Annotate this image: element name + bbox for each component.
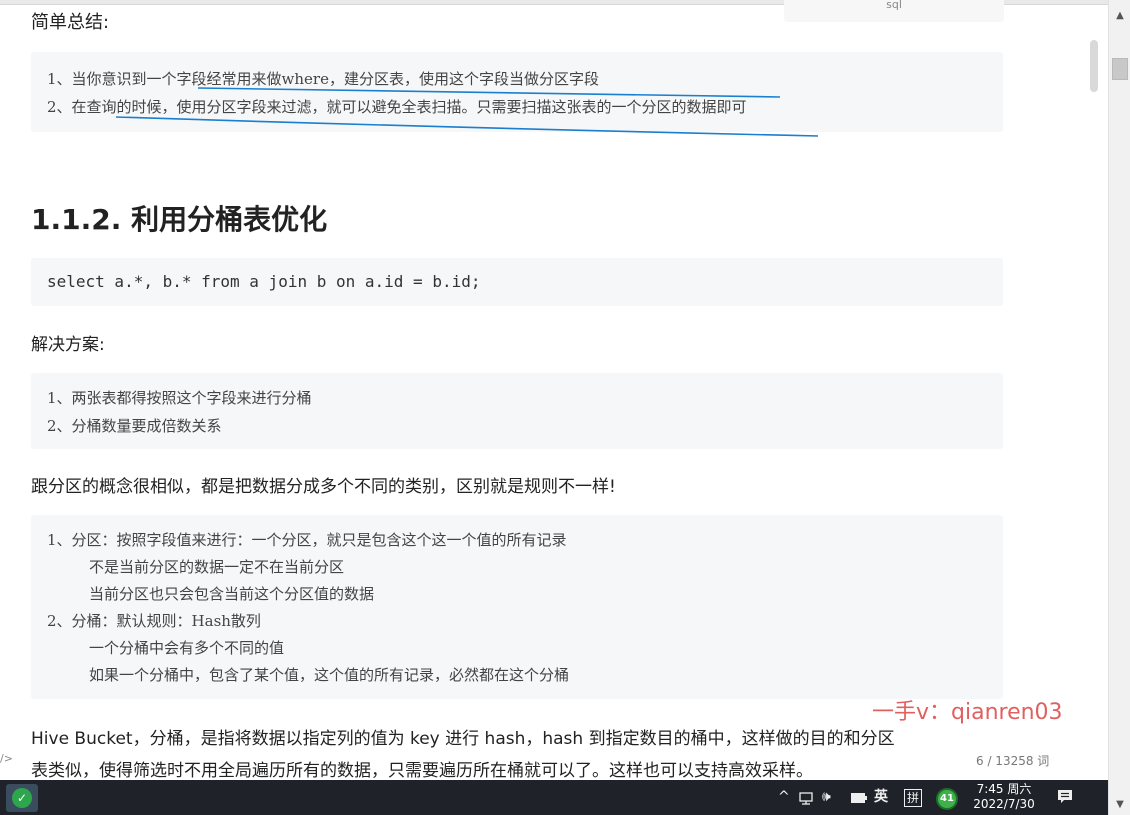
vertical-scrollbar[interactable]: ▲ ▼: [1108, 0, 1130, 815]
solution-block: 1、两张表都得按照这个字段来进行分桶 2、分桶数量要成倍数关系: [31, 373, 1003, 449]
sql-code-line: select a.*, b.* from a join b on a.id = …: [47, 272, 481, 291]
compare-block: 1、分区：按照字段值来进行：一个分区，就只是包含这个这一个值的所有记录 不是当前…: [31, 515, 1003, 699]
clock-time: 7:45 周六: [976, 782, 1032, 796]
document-scroll-thumb[interactable]: [1090, 40, 1098, 92]
word-count: 6 / 13258 词: [976, 754, 1050, 768]
start-button[interactable]: ✓: [6, 784, 38, 812]
solution-label: 解决方案:: [31, 335, 105, 355]
battery-icon[interactable]: [850, 792, 868, 804]
summary-item-1: 1、当你意识到一个字段经常用来做where，建分区表，使用这个字段当做分区字段: [47, 70, 599, 88]
section-title: 1.1.2. 利用分桶表优化: [31, 203, 328, 236]
hive-paragraph-line-1: Hive Bucket，分桶，是指将数据以指定列的值为 key 进行 hash，…: [31, 729, 895, 749]
compare-line-6: 如果一个分桶中，包含了某个值，这个值的所有记录，必然都在这个分桶: [89, 666, 570, 684]
tray-overflow[interactable]: ^: [778, 780, 790, 815]
clock-date: 2022/7/30: [973, 797, 1035, 811]
scroll-down-icon[interactable]: ▼: [1109, 797, 1130, 813]
system-clock[interactable]: 7:45 周六 2022/7/30: [968, 782, 1040, 812]
compare-line-2: 不是当前分区的数据一定不在当前分区: [89, 558, 345, 576]
volume-icon[interactable]: 🕪: [822, 780, 831, 815]
taskbar: ✓ ^ 🕪 英 拼 41 7:45 周六 2022/7/30: [0, 780, 1108, 815]
volume-control[interactable]: 🕪: [822, 780, 831, 815]
concept-paragraph: 跟分区的概念很相似，都是把数据分成多个不同的类别，区别就是规则不一样!: [31, 477, 616, 497]
scroll-up-icon[interactable]: ▲: [1109, 8, 1130, 24]
hive-paragraph-line-2: 表类似，使得筛选时不用全局遍历所有的数据，只需要遍历所在桶就可以了。这样也可以支…: [31, 761, 813, 780]
compare-line-3: 当前分区也只会包含当前这个分区值的数据: [89, 585, 375, 603]
compare-line-5: 一个分桶中会有多个不同的值: [89, 639, 285, 657]
solution-item-1: 1、两张表都得按照这个字段来进行分桶: [47, 389, 312, 407]
notification-badge[interactable]: 41: [936, 788, 958, 810]
solution-item-2: 2、分桶数量要成倍数关系: [47, 417, 222, 435]
app-logo-icon: ✓: [12, 788, 32, 808]
document-view: sql 简单总结: 1、当你意识到一个字段经常用来做where，建分区表，使用这…: [0, 0, 1108, 780]
code-snippet-header: sql: [784, 0, 1004, 22]
ime-mode-label[interactable]: 拼: [904, 788, 923, 807]
watermark: 一手v：qianren03: [872, 700, 1063, 725]
summary-item-2: 2、在查询的时候，使用分区字段来过滤，就可以避免全表扫描。只需要扫描这张表的一个…: [47, 98, 747, 116]
edge-marker: />: [0, 752, 13, 765]
scroll-thumb[interactable]: [1112, 58, 1128, 80]
ime-language-label[interactable]: 英: [874, 780, 888, 815]
summary-block: 1、当你意识到一个字段经常用来做where，建分区表，使用这个字段当做分区字段 …: [31, 52, 1003, 132]
summary-heading: 简单总结:: [31, 12, 110, 33]
compare-line-4: 2、分桶：默认规则：Hash散列: [47, 612, 261, 630]
compare-line-1: 1、分区：按照字段值来进行：一个分区，就只是包含这个这一个值的所有记录: [47, 531, 567, 549]
ime-mode[interactable]: 拼: [904, 780, 923, 815]
chevron-up-icon[interactable]: ^: [778, 780, 790, 815]
network-icon[interactable]: [798, 790, 814, 806]
ime-language[interactable]: 英: [874, 780, 888, 815]
sql-code-block: select a.*, b.* from a join b on a.id = …: [31, 258, 1003, 306]
action-center-icon[interactable]: [1056, 788, 1074, 806]
